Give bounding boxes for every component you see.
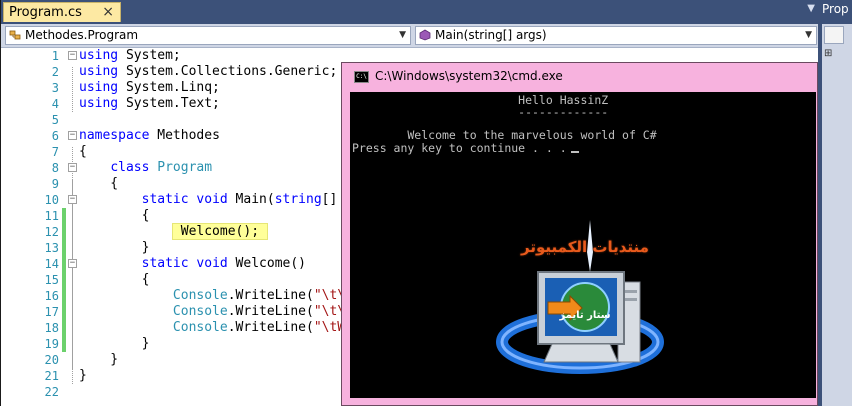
line-number: 4 — [51, 97, 59, 111]
properties-panel-body — [822, 24, 852, 406]
line-number: 19 — [44, 337, 59, 351]
console-line: Press any key to continue . . . — [352, 142, 579, 155]
member-dropdown[interactable]: Main(string[] args) ▼ — [415, 26, 817, 45]
change-marker — [62, 336, 66, 352]
code-text: Welcome(); — [79, 223, 268, 240]
highlighted-call: Welcome(); — [171, 223, 268, 240]
line-number: 5 — [51, 113, 59, 127]
code-text: } — [79, 368, 87, 383]
code-text: } — [79, 336, 150, 351]
line-number: 21 — [44, 369, 59, 383]
member-dropdown-value: Main(string[] args) — [435, 28, 547, 42]
line-number: 13 — [44, 241, 59, 255]
properties-tab[interactable]: Prop — [822, 2, 849, 16]
change-marker — [62, 288, 66, 304]
code-text: using System.Collections.Generic; — [79, 64, 338, 79]
line-number: 17 — [44, 305, 59, 319]
line-number: 15 — [44, 273, 59, 287]
line-number: 14 — [44, 257, 59, 271]
line-number: 18 — [44, 321, 59, 335]
code-text: using System; — [79, 48, 181, 63]
properties-panel: Prop ⊞ — [818, 0, 852, 406]
class-icon — [9, 30, 21, 40]
code-text: { — [79, 208, 150, 223]
console-cursor — [570, 151, 579, 153]
change-marker — [62, 208, 66, 224]
line-number: 16 — [44, 289, 59, 303]
change-marker — [62, 320, 66, 336]
code-text: { — [79, 176, 119, 191]
cmd-title-bar[interactable]: C:\ C:\Windows\system32\cmd.exe — [342, 63, 817, 91]
cmd-window-title: C:\Windows\system32\cmd.exe — [375, 69, 563, 83]
line-number: 1 — [51, 49, 59, 63]
change-marker — [62, 240, 66, 256]
change-marker — [62, 224, 66, 240]
code-text: static void Main(string[] args — [141, 192, 377, 207]
logo-screen-caption: ستار تايمز — [559, 310, 611, 321]
chevron-down-icon[interactable]: ▼ — [399, 27, 406, 44]
type-dropdown[interactable]: Methodes.Program ▼ — [5, 26, 411, 45]
properties-dropdown[interactable] — [824, 26, 844, 44]
code-text: using System.Text; — [79, 96, 220, 111]
code-text: { — [79, 272, 150, 287]
collapse-icon[interactable]: − — [68, 131, 77, 140]
line-number: 6 — [51, 129, 59, 143]
line-number: 7 — [51, 145, 59, 159]
document-tab-bar: Program.cs × ▼ — [1, 0, 819, 24]
line-number: 11 — [44, 209, 59, 223]
tab-list-dropdown-icon[interactable]: ▼ — [807, 3, 815, 14]
cmd-window[interactable]: C:\ C:\Windows\system32\cmd.exe Hello Ha… — [341, 62, 818, 406]
code-text: } — [79, 240, 150, 255]
console-output[interactable]: Hello HassinZ ------------- Welcome to t… — [350, 92, 816, 398]
cmd-icon: C:\ — [354, 71, 369, 83]
line-number: 9 — [51, 177, 59, 191]
code-text: } — [79, 352, 119, 367]
method-icon — [419, 29, 431, 41]
console-prompt-text: Press any key to continue . . . — [352, 141, 567, 155]
type-dropdown-value: Methodes.Program — [25, 28, 139, 42]
change-marker — [62, 304, 66, 320]
code-text: Console.WriteLine("\tWelco — [172, 320, 377, 335]
tab-label: Program.cs — [9, 5, 82, 20]
chevron-down-icon[interactable]: ▼ — [805, 27, 812, 44]
logo-caption: منتديات الكمبيوتر — [521, 238, 649, 256]
tab-program-cs[interactable]: Program.cs × — [3, 2, 121, 22]
code-text: namespace Methodes — [79, 128, 220, 143]
code-text: using System.Linq; — [79, 80, 220, 95]
code-text: static void Welcome() — [141, 256, 307, 271]
change-marker — [62, 256, 66, 272]
forum-logo: منتديات الكمبيوتر ستار تايمز — [490, 212, 670, 392]
code-text: class Program — [110, 160, 213, 175]
line-number: 20 — [44, 353, 59, 367]
collapse-icon[interactable]: − — [68, 195, 77, 204]
console-line: ------------- — [352, 105, 609, 119]
collapse-icon[interactable]: − — [68, 259, 77, 268]
line-number: 12 — [44, 225, 59, 239]
line-number: 3 — [51, 81, 59, 95]
code-text: Console.WriteLine("\t\t\t- — [172, 304, 377, 319]
line-number: 10 — [44, 193, 59, 207]
line-number: 2 — [51, 65, 59, 79]
line-number: 22 — [44, 385, 59, 399]
categorized-icon[interactable]: ⊞ — [824, 48, 848, 62]
line-number: 8 — [51, 161, 59, 175]
navigation-bar: Methodes.Program ▼ Main(string[] args) ▼ — [1, 24, 819, 48]
code-text: Console.WriteLine("\t\t\tH — [172, 288, 377, 303]
change-marker — [62, 272, 66, 288]
collapse-icon[interactable]: − — [68, 51, 77, 60]
collapse-icon[interactable]: − — [68, 163, 77, 172]
code-text: { — [79, 144, 87, 159]
close-icon[interactable]: × — [102, 3, 114, 22]
